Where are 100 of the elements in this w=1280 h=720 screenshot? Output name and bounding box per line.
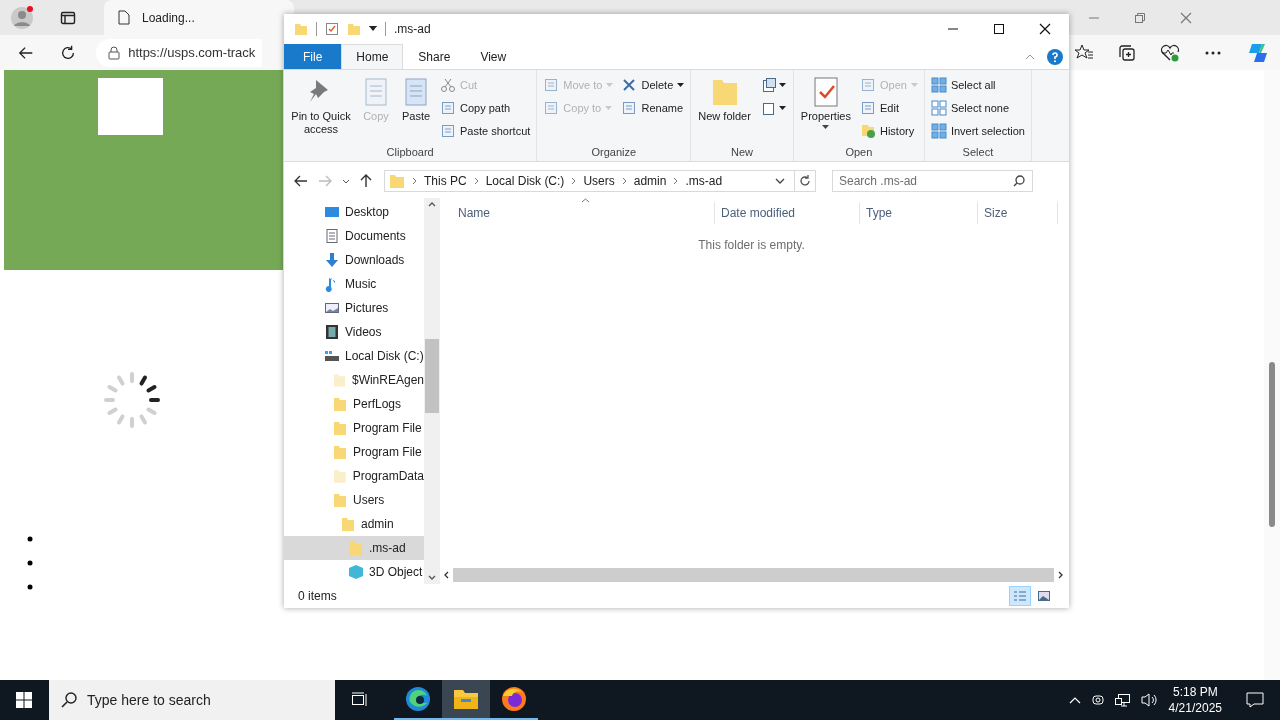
tree-item[interactable]: Downloads	[284, 248, 424, 272]
scroll-right-icon[interactable]	[1058, 570, 1063, 579]
ribbon-button[interactable]: Delete	[619, 74, 687, 95]
browser-tab[interactable]: Loading...	[104, 0, 294, 35]
tree-item[interactable]: Pictures	[284, 296, 424, 320]
tree-item[interactable]: Documents	[284, 224, 424, 248]
address-bar[interactable]: This PC Local Disk (C:) Users admin .ms-ad	[384, 170, 816, 192]
windows-start-icon[interactable]	[16, 692, 32, 708]
ribbon-button[interactable]: New folder	[695, 74, 754, 125]
scroll-down-icon[interactable]	[428, 575, 436, 580]
tree-item[interactable]: PerfLogs	[284, 392, 424, 416]
favorites-icon[interactable]	[1074, 43, 1094, 62]
ribbon-group-label: Open	[844, 146, 874, 160]
ribbon-tab[interactable]: File	[284, 44, 342, 69]
tree-item[interactable]: Program File	[284, 440, 424, 464]
tree-item[interactable]: 3D Object	[284, 560, 424, 584]
volume-icon[interactable]	[1140, 692, 1159, 708]
ribbon-group-label: Select	[961, 146, 995, 160]
tree-item[interactable]: Local Disk (C:)	[284, 344, 424, 368]
tree-item[interactable]: Videos	[284, 320, 424, 344]
folder-icon	[332, 420, 348, 436]
ribbon-tab[interactable]: View	[465, 44, 522, 69]
document-icon	[324, 228, 340, 244]
tree-item[interactable]: admin	[284, 512, 424, 536]
tree-scrollbar[interactable]	[424, 198, 440, 584]
details-view-icon	[1013, 590, 1027, 602]
empty-message: This folder is empty.	[697, 238, 806, 252]
restore-icon[interactable]	[1134, 11, 1146, 24]
ribbon-button[interactable]: Edit	[858, 97, 920, 118]
taskbar-app[interactable]	[442, 680, 490, 720]
tree-item[interactable]: ProgramData	[284, 464, 424, 488]
dropdown-caret-icon	[778, 82, 786, 87]
ribbon-button[interactable]: Invert selection	[928, 120, 1027, 141]
ribbon-button[interactable]: Paste	[398, 74, 434, 125]
search-field[interactable]: Search .ms-ad	[832, 170, 1033, 192]
rename-icon	[621, 99, 638, 116]
tree-item[interactable]: $WinREAgen	[284, 368, 424, 392]
breadcrumb[interactable]: admin	[633, 174, 667, 188]
chevron-icon	[571, 177, 577, 185]
collections-icon[interactable]	[1118, 43, 1136, 62]
page-scrollbar[interactable]	[1264, 70, 1280, 680]
clock[interactable]: 5:18 PM 4/21/2025	[1168, 684, 1222, 716]
breadcrumb[interactable]: Users	[583, 174, 615, 188]
window-title: .ms-ad	[394, 22, 431, 36]
dropdown-caret-icon[interactable]	[369, 26, 377, 32]
tree-item[interactable]: Program File	[284, 416, 424, 440]
tree-item[interactable]: Music	[284, 272, 424, 296]
grid-icon	[930, 122, 947, 139]
help-icon[interactable]	[1047, 48, 1063, 65]
ribbon-tab[interactable]: Home	[341, 44, 404, 69]
recent-locations-icon[interactable]	[342, 178, 350, 184]
task-view-icon[interactable]	[351, 692, 369, 708]
logo-placeholder	[98, 78, 163, 135]
scroll-up-icon[interactable]	[428, 202, 436, 207]
ribbon-tab[interactable]: Share	[403, 44, 466, 69]
copilot-icon[interactable]	[1246, 41, 1270, 64]
heart-pulse-icon[interactable]	[1160, 43, 1180, 62]
ribbon-button[interactable]: Paste shortcut	[438, 120, 533, 141]
chevron-icon	[673, 177, 679, 185]
column-header[interactable]: Size	[978, 202, 1058, 224]
breadcrumb[interactable]: Local Disk (C:)	[485, 174, 565, 188]
lock-icon	[108, 45, 121, 60]
maximize-icon[interactable]	[993, 23, 1005, 35]
close-icon[interactable]	[1039, 23, 1051, 35]
dropdown-caret-icon[interactable]	[775, 178, 785, 184]
tree-item[interactable]: .ms-ad	[284, 536, 424, 560]
more-icon[interactable]	[1204, 49, 1222, 56]
ribbon-button[interactable]: Properties	[797, 74, 854, 131]
column-header[interactable]: Name	[440, 202, 715, 224]
back-icon[interactable]	[294, 175, 308, 187]
clipboard-icon	[440, 122, 456, 139]
column-header[interactable]: Type	[860, 202, 978, 224]
network-icon[interactable]	[1114, 692, 1131, 708]
properties-icon[interactable]	[325, 22, 339, 36]
notifications-icon[interactable]	[1246, 692, 1264, 708]
ribbon-button[interactable]: Select all	[928, 74, 1027, 95]
scroll-left-icon[interactable]	[444, 570, 449, 579]
ribbon-button[interactable]: Rename	[619, 97, 687, 118]
tree-item[interactable]: Users	[284, 488, 424, 512]
tab-actions-icon[interactable]	[60, 9, 76, 26]
profile-avatar-icon[interactable]	[10, 5, 34, 30]
tree-item[interactable]: Desktop	[284, 200, 424, 224]
chevron-icon	[621, 177, 627, 185]
breadcrumb[interactable]: This PC	[424, 174, 467, 188]
ribbon-button[interactable]: History	[858, 120, 920, 141]
browser-icon	[405, 686, 431, 712]
taskbar-search-field[interactable]: Type here to search	[49, 680, 335, 720]
scrollbar-thumb[interactable]	[425, 339, 439, 413]
ribbon-button[interactable]: Pin to Quick access	[288, 74, 354, 138]
page-icon	[118, 10, 130, 25]
up-icon[interactable]	[360, 174, 372, 188]
chevron-up-icon[interactable]	[1068, 696, 1081, 704]
address-bar[interactable]: https://usps.com-track	[96, 38, 262, 67]
ribbon-button[interactable]: Select none	[928, 97, 1027, 118]
collapse-ribbon-icon[interactable]	[1025, 53, 1035, 60]
column-header[interactable]: Date modified	[715, 202, 860, 224]
camera-icon[interactable]	[1090, 692, 1105, 708]
refresh-icon[interactable]	[60, 43, 77, 62]
ribbon-button[interactable]: Copy path	[438, 97, 533, 118]
breadcrumb[interactable]: .ms-ad	[685, 174, 723, 188]
